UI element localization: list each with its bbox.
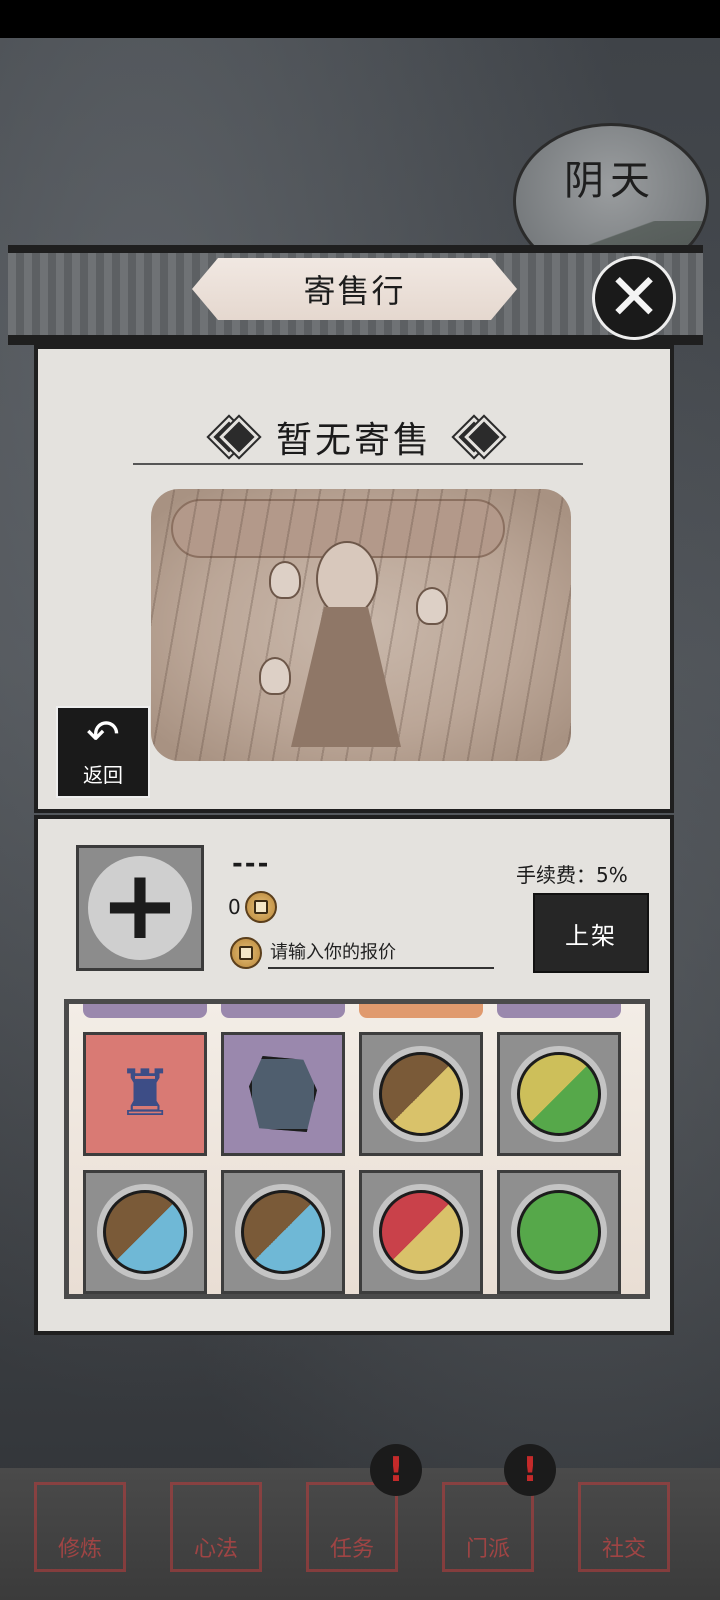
- spirit-orb-icon: [517, 1190, 601, 1274]
- list-item-button[interactable]: 上架: [533, 893, 649, 973]
- spirit-orb-icon: [517, 1052, 601, 1136]
- nav-item-social[interactable]: 社交: [578, 1482, 670, 1572]
- item-halo: [373, 1184, 469, 1280]
- inventory-slot[interactable]: [221, 1032, 345, 1156]
- nav-item-cultivate[interactable]: 修炼: [34, 1482, 126, 1572]
- nav-label-sect: 门派: [465, 1537, 510, 1562]
- item-halo: [97, 1184, 193, 1280]
- close-icon: ✕: [607, 261, 661, 335]
- censer-icon: ♜: [116, 1057, 174, 1131]
- back-arrow-icon: ↶: [86, 712, 120, 758]
- inventory-slot[interactable]: [359, 1170, 483, 1294]
- item-halo: [511, 1184, 607, 1280]
- inventory-slot[interactable]: [359, 1032, 483, 1156]
- inventory-slot[interactable]: [497, 1032, 621, 1156]
- inventory-prev-row-cell: [359, 1004, 483, 1018]
- item-halo: [373, 1046, 469, 1142]
- ore-stone-icon: [249, 1056, 317, 1132]
- listing-panel: + --- 0 手续费：5% 上架 ♜: [34, 815, 674, 1335]
- spirit-orb-icon: [379, 1052, 463, 1136]
- inventory-slot[interactable]: [83, 1170, 207, 1294]
- price-input[interactable]: [268, 937, 494, 969]
- inventory-grid-panel[interactable]: ♜: [64, 999, 650, 1299]
- nav-label-tasks: 任务: [329, 1537, 374, 1562]
- inventory-prev-row-cell: [497, 1004, 621, 1018]
- empty-state-illustration: [151, 489, 571, 761]
- dialog-title-plaque: 寄售行: [192, 258, 517, 320]
- weather-label: 阴天: [564, 158, 656, 204]
- plus-icon: +: [99, 849, 181, 961]
- coin-icon: [230, 937, 262, 969]
- spirit-orb-icon: [241, 1190, 325, 1274]
- item-amount-row: 0: [228, 891, 277, 923]
- nav-label-social: 社交: [601, 1537, 646, 1562]
- spirit-orb-icon: [379, 1190, 463, 1274]
- nav-item-sect[interactable]: 门派: [442, 1482, 534, 1572]
- nav-item-mind-method[interactable]: 心法: [170, 1482, 262, 1572]
- back-button[interactable]: ↶ 返回: [56, 706, 150, 798]
- nav-label-cultivate: 修炼: [57, 1537, 102, 1562]
- item-amount: 0: [228, 895, 241, 919]
- ghost-spirit: [269, 561, 301, 599]
- empty-consignment-title: 暂无寄售: [275, 420, 432, 461]
- item-halo: [511, 1046, 607, 1142]
- inventory-prev-row-cell: [83, 1004, 207, 1018]
- item-halo: [235, 1184, 331, 1280]
- ghost-spirit: [259, 657, 291, 695]
- inventory-grid: ♜: [83, 1032, 621, 1294]
- inventory-slot[interactable]: ♜: [83, 1032, 207, 1156]
- coin-icon: [244, 891, 277, 923]
- price-row: [230, 937, 494, 969]
- sad-figure-head: [316, 541, 378, 617]
- close-button[interactable]: ✕: [592, 256, 676, 340]
- title-divider: [133, 463, 583, 465]
- inventory-prev-row-cell: [221, 1004, 345, 1018]
- ghost-spirit: [416, 587, 448, 625]
- fee-text: 手续费：5%: [516, 863, 628, 887]
- sect-alert-icon: !: [504, 1444, 556, 1496]
- selected-item-name: ---: [232, 849, 271, 879]
- inventory-slot[interactable]: [221, 1170, 345, 1294]
- nav-label-mind-method: 心法: [193, 1537, 238, 1562]
- status-bar: [0, 0, 720, 38]
- inventory-slot[interactable]: [497, 1170, 621, 1294]
- dialog-title: 寄售行: [303, 272, 406, 310]
- add-item-ring: +: [88, 856, 192, 960]
- tasks-alert-icon: !: [370, 1444, 422, 1496]
- nav-item-tasks[interactable]: 任务: [306, 1482, 398, 1572]
- spirit-orb-icon: [103, 1190, 187, 1274]
- add-item-slot[interactable]: +: [76, 845, 204, 971]
- back-button-label: 返回: [83, 763, 123, 787]
- bottom-nav: 修炼 心法 任务 门派 社交: [0, 1468, 720, 1600]
